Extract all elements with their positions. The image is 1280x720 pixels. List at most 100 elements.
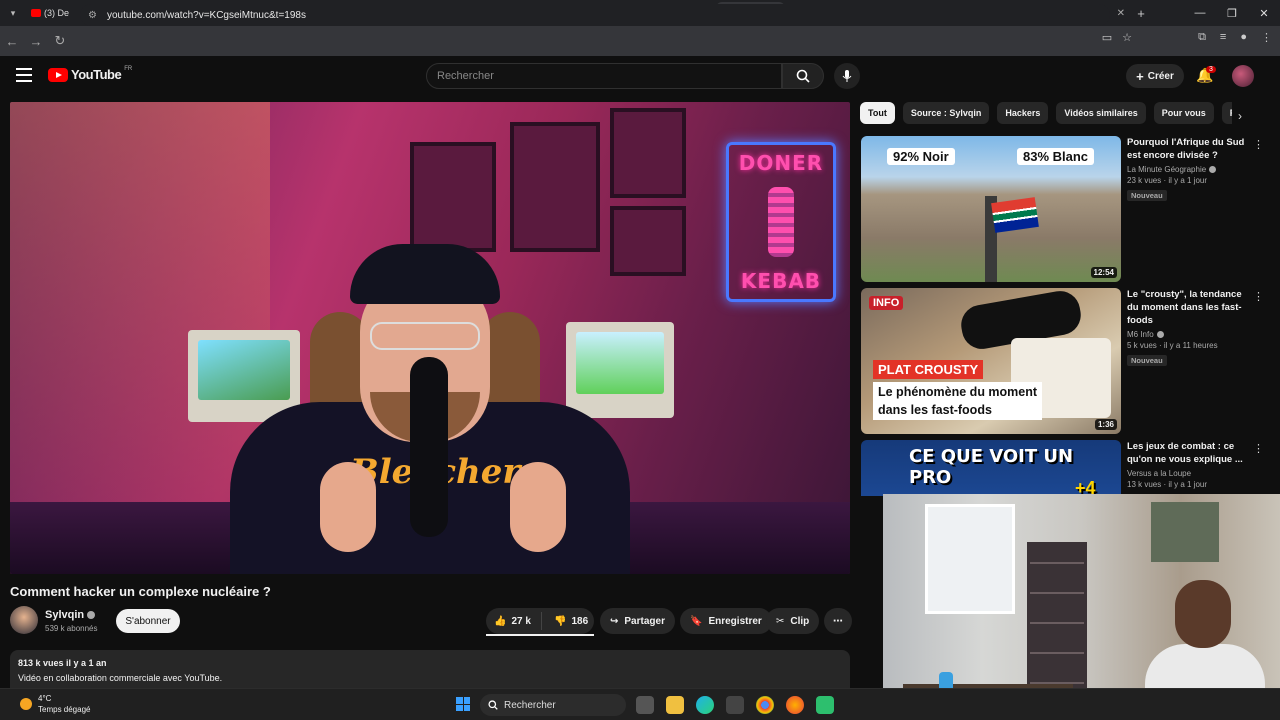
browser-menu-icon[interactable]: ⋮ bbox=[1261, 31, 1272, 44]
video-player[interactable]: DONER KEBAB Bleachers bbox=[10, 102, 850, 574]
thumb-banner: PLAT CROUSTY bbox=[873, 360, 984, 379]
more-vert-icon[interactable]: ⋮ bbox=[1253, 290, 1264, 303]
microphone-icon bbox=[842, 70, 852, 82]
plus-icon: + bbox=[1136, 68, 1144, 84]
recommendation-channel[interactable]: Versus a la Loupe bbox=[1127, 469, 1191, 478]
recommendation-channel[interactable]: La Minute Géographie bbox=[1127, 165, 1206, 174]
extensions-icon[interactable]: ⧉ bbox=[1198, 31, 1206, 44]
like-dislike-group: 👍 27 k 👎 186 bbox=[486, 608, 594, 634]
close-tab-icon[interactable]: ✕ bbox=[1117, 8, 1125, 19]
logo-text: YouTube bbox=[71, 67, 122, 82]
maximize-icon[interactable]: ❐ bbox=[1216, 7, 1248, 20]
url-text: youtube.com/watch?v=KCgseiMtnuc&t=198s bbox=[106, 9, 306, 21]
address-bar-row: ← → ↻ bbox=[0, 26, 1280, 56]
bookmark-star-icon[interactable]: ☆ bbox=[1122, 31, 1132, 44]
recommendation-title[interactable]: Le "crousty", la tendance du moment dans… bbox=[1127, 288, 1251, 327]
recommendation-meta: 5 k vues · il y a 11 heures bbox=[1127, 341, 1218, 350]
store-icon[interactable] bbox=[726, 696, 744, 714]
file-explorer-icon[interactable] bbox=[666, 696, 684, 714]
share-button[interactable]: ↪ Partager bbox=[600, 608, 675, 634]
minimize-icon[interactable]: — bbox=[1184, 7, 1216, 19]
video-thumbnail[interactable]: INFO PLAT CROUSTY Le phénomène du moment… bbox=[861, 288, 1121, 434]
cast-icon[interactable]: ▭ bbox=[1102, 31, 1112, 44]
room-window bbox=[925, 504, 1015, 614]
video-thumbnail[interactable]: 92% Noir 83% Blanc 12:54 bbox=[861, 136, 1121, 282]
close-window-icon[interactable]: ✕ bbox=[1248, 7, 1280, 20]
more-vert-icon[interactable]: ⋮ bbox=[1253, 138, 1264, 151]
url-field[interactable]: ⚙ youtube.com/watch?v=KCgseiMtnuc&t=198s bbox=[80, 4, 1110, 26]
recommendation-item[interactable]: INFO PLAT CROUSTY Le phénomène du moment… bbox=[861, 288, 1264, 434]
account-avatar[interactable] bbox=[1232, 65, 1254, 87]
filter-chip[interactable]: Tout bbox=[860, 102, 895, 124]
duration-badge: 1:36 bbox=[1094, 419, 1117, 430]
recommendation-title[interactable]: Les jeux de combat : ce qu'on ne vous ex… bbox=[1127, 440, 1251, 466]
recommendation-item[interactable]: CE QUE VOIT UN PRO +4 Les jeux de combat… bbox=[861, 440, 1261, 496]
filter-chip[interactable]: Source : Sylvqin bbox=[902, 102, 990, 124]
duration-badge: 12:54 bbox=[1090, 267, 1117, 278]
channel-avatar[interactable] bbox=[10, 606, 38, 634]
recommendation-info: Les jeux de combat : ce qu'on ne vous ex… bbox=[1127, 440, 1251, 489]
task-view-icon[interactable] bbox=[636, 696, 654, 714]
windows-taskbar: 4°C Temps dégagé Rechercher bbox=[0, 688, 1280, 720]
clip-button[interactable]: ✂ Clip bbox=[766, 608, 820, 634]
more-icon: ⋯ bbox=[833, 615, 843, 627]
site-info-icon[interactable]: ⚙ bbox=[88, 10, 97, 21]
chevron-right-icon[interactable]: › bbox=[1238, 109, 1242, 123]
weather-widget[interactable]: 4°C Temps dégagé bbox=[20, 693, 90, 715]
search-button[interactable] bbox=[782, 63, 824, 89]
recommendation-channel[interactable]: M6 Info bbox=[1127, 330, 1154, 339]
subscribe-button[interactable]: S'abonner bbox=[116, 609, 180, 633]
forward-icon[interactable]: → bbox=[24, 34, 48, 49]
voice-search-button[interactable] bbox=[834, 63, 860, 89]
video-thumbnail[interactable]: CE QUE VOIT UN PRO +4 bbox=[861, 440, 1121, 496]
recommendation-info: Pourquoi l'Afrique du Sud est encore div… bbox=[1127, 136, 1251, 203]
taskbar-search-label: Rechercher bbox=[504, 699, 556, 711]
reload-icon[interactable]: ↻ bbox=[48, 33, 72, 49]
back-icon[interactable]: ← bbox=[0, 34, 24, 49]
channel-name[interactable]: Sylvqin bbox=[45, 609, 96, 621]
media-icon[interactable]: ≡ bbox=[1220, 31, 1226, 44]
recommendation-title[interactable]: Pourquoi l'Afrique du Sud est encore div… bbox=[1127, 136, 1251, 162]
video-title: Comment hacker un complexe nucléaire ? bbox=[10, 584, 271, 599]
menu-icon[interactable] bbox=[16, 68, 32, 82]
verified-icon bbox=[1209, 166, 1217, 174]
tab-search-icon[interactable]: ▾ bbox=[0, 0, 26, 26]
thumbs-down-icon: 👎 bbox=[554, 615, 567, 627]
thumb-caption-line: Le phénomène du moment bbox=[878, 385, 1038, 399]
app-icon[interactable] bbox=[816, 696, 834, 714]
browser-extensions: ⧉ ≡ ● ⋮ bbox=[1198, 31, 1272, 44]
filter-chip[interactable]: Pub bbox=[1221, 102, 1232, 124]
webcam-overlay bbox=[883, 494, 1280, 720]
notification-count-badge: 3 bbox=[1206, 66, 1216, 73]
recommendation-meta: 13 k vues · il y a 1 jour bbox=[1127, 480, 1208, 489]
recommendation-item[interactable]: 92% Noir 83% Blanc 12:54 Pourquoi l'Afri… bbox=[861, 136, 1264, 282]
firefox-icon[interactable] bbox=[786, 696, 804, 714]
more-actions-button[interactable]: ⋯ bbox=[824, 608, 852, 634]
create-button[interactable]: + Créer bbox=[1126, 64, 1184, 88]
youtube-logo[interactable]: YouTube FR bbox=[48, 65, 133, 82]
like-button[interactable]: 👍 27 k bbox=[486, 612, 542, 630]
filter-chip[interactable]: Vidéos similaires bbox=[1056, 102, 1146, 124]
profile-icon[interactable]: ● bbox=[1240, 31, 1247, 44]
filter-chip[interactable]: Hackers bbox=[997, 102, 1049, 124]
more-vert-icon[interactable]: ⋮ bbox=[1253, 442, 1261, 455]
country-code: FR bbox=[124, 65, 133, 72]
search-input[interactable]: Rechercher bbox=[426, 63, 782, 89]
dislike-button[interactable]: 👎 186 bbox=[548, 616, 588, 627]
taskbar-search[interactable]: Rechercher bbox=[480, 694, 626, 716]
chrome-icon[interactable] bbox=[756, 696, 774, 714]
new-tab-button[interactable]: + bbox=[1130, 6, 1152, 21]
neon-text-top: DONER bbox=[738, 151, 824, 175]
youtube-icon bbox=[31, 9, 41, 17]
thumb-caption: Le phénomène du moment dans les fast-foo… bbox=[873, 382, 1043, 420]
windows-start-icon[interactable] bbox=[456, 697, 470, 711]
filter-chip[interactable]: Pour vous bbox=[1153, 102, 1214, 124]
edge-icon[interactable] bbox=[696, 696, 714, 714]
save-button[interactable]: 🔖 Enregistrer bbox=[680, 608, 772, 634]
views-and-date: 813 k vues il y a 1 an bbox=[18, 658, 107, 668]
temperature: 4°C bbox=[38, 694, 52, 703]
south-africa-flag-icon bbox=[991, 197, 1039, 233]
thumb-label: 83% Blanc bbox=[1017, 148, 1095, 165]
new-badge: Nouveau bbox=[1127, 190, 1167, 201]
filter-chips: Tout Source : Sylvqin Hackers Vidéos simila… bbox=[860, 102, 1232, 124]
